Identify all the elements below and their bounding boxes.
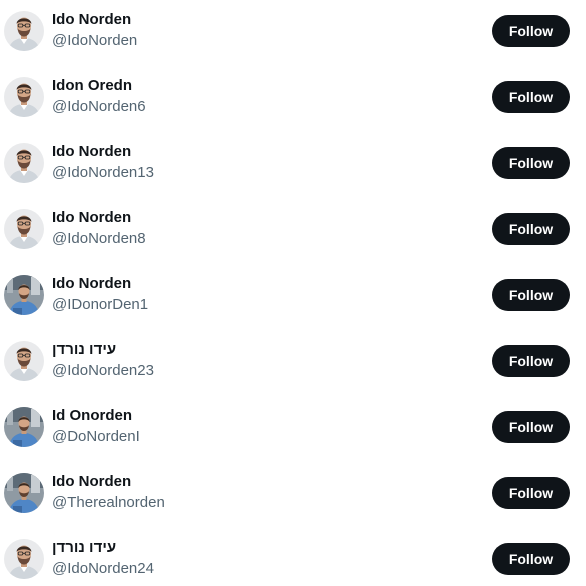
account-handle: @IdoNorden6	[52, 98, 146, 115]
display-name[interactable]: עידו נורדן	[52, 538, 116, 558]
headshot-avatar-icon[interactable]	[4, 11, 44, 51]
follow-button[interactable]: Follow	[492, 81, 570, 113]
headshot-avatar-icon[interactable]	[4, 77, 44, 117]
account-handle: @IdoNorden24	[52, 560, 154, 577]
display-name[interactable]: Ido Norden	[52, 274, 131, 294]
account-row[interactable]: Ido Norden @IDonorDen1 Follow	[0, 264, 586, 330]
account-row[interactable]: Idon Oredn @IdoNorden6 Follow	[0, 66, 586, 132]
headshot-avatar-icon[interactable]	[4, 209, 44, 249]
display-name[interactable]: Id Onorden	[52, 406, 132, 426]
follow-button[interactable]: Follow	[492, 543, 570, 575]
headshot-avatar-icon[interactable]	[4, 539, 44, 579]
account-handle: @DoNordenI	[52, 428, 140, 445]
account-handle: @IDonorDen1	[52, 296, 149, 313]
headshot-avatar-icon[interactable]	[4, 143, 44, 183]
headshot-avatar-icon[interactable]	[4, 341, 44, 381]
display-name[interactable]: Ido Norden	[52, 10, 131, 30]
account-handle: @Therealnorden	[52, 494, 165, 511]
account-handle: @IdoNorden13	[52, 164, 154, 181]
account-handle: @IdoNorden	[52, 32, 138, 49]
who-to-follow-list: Ido Norden @IdoNorden Follow Idon Oredn …	[0, 0, 586, 586]
follow-button[interactable]: Follow	[492, 477, 570, 509]
blue-shirt-avatar-icon[interactable]	[4, 275, 44, 315]
account-row[interactable]: עידו נורדן @IdoNorden23 Follow	[0, 330, 586, 396]
account-row[interactable]: Ido Norden @IdoNorden Follow	[0, 0, 586, 66]
account-row[interactable]: עידו נורדן @IdoNorden24 Follow	[0, 528, 586, 586]
account-row[interactable]: Id Onorden @DoNordenI Follow	[0, 396, 586, 462]
follow-button[interactable]: Follow	[492, 411, 570, 443]
follow-button[interactable]: Follow	[492, 213, 570, 245]
account-row[interactable]: Ido Norden @IdoNorden13 Follow	[0, 132, 586, 198]
blue-shirt-avatar-icon[interactable]	[4, 473, 44, 513]
follow-button[interactable]: Follow	[492, 147, 570, 179]
display-name[interactable]: Idon Oredn	[52, 76, 132, 96]
account-row[interactable]: Ido Norden @Therealnorden Follow	[0, 462, 586, 528]
account-row[interactable]: Ido Norden @IdoNorden8 Follow	[0, 198, 586, 264]
display-name[interactable]: Ido Norden	[52, 142, 131, 162]
account-handle: @IdoNorden8	[52, 230, 146, 247]
follow-button[interactable]: Follow	[492, 15, 570, 47]
display-name[interactable]: Ido Norden	[52, 472, 131, 492]
display-name[interactable]: Ido Norden	[52, 208, 131, 228]
account-handle: @IdoNorden23	[52, 362, 154, 379]
follow-button[interactable]: Follow	[492, 279, 570, 311]
display-name[interactable]: עידו נורדן	[52, 340, 116, 360]
blue-shirt-avatar-icon[interactable]	[4, 407, 44, 447]
follow-button[interactable]: Follow	[492, 345, 570, 377]
